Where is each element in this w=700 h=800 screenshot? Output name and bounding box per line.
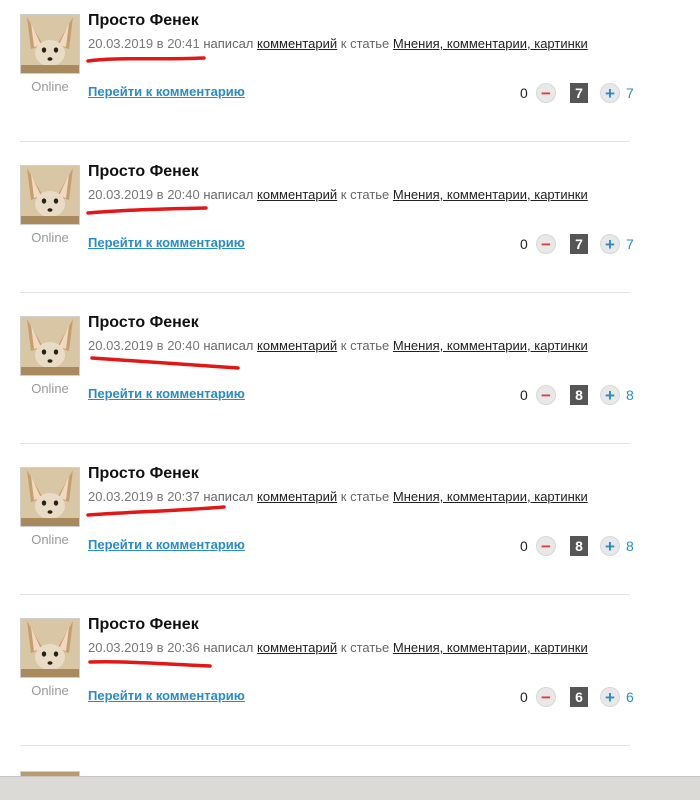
score-badge: 8 [570,536,588,556]
wrote-text: написал [203,36,254,51]
author-name[interactable]: Просто Фенек [88,314,199,332]
article-link[interactable]: Мнения, комментарии, картинки [393,338,588,353]
red-underline-annotation [86,206,208,215]
fennec-avatar-icon[interactable] [20,618,80,678]
comment-link[interactable]: комментарий [257,36,337,51]
comment-date: 20.03.2019 в 20:41 [88,36,200,51]
article-link[interactable]: Мнения, комментарии, картинки [393,640,588,655]
score-badge: 7 [570,83,588,103]
bottom-scroll-bar [0,776,700,800]
rating-widget: 0 − 7 + 7 [520,82,634,104]
online-status: Online [31,532,69,547]
author-name[interactable]: Просто Фенек [88,12,199,30]
rating-widget: 0 − 8 + 8 [520,535,634,557]
goto-comment-link[interactable]: Перейти к комментарию [88,688,245,703]
score-badge: 6 [570,687,588,707]
red-underline-annotation [88,660,212,668]
article-link[interactable]: Мнения, комментарии, картинки [393,36,588,51]
author-name[interactable]: Просто Фенек [88,465,199,483]
fennec-avatar-icon[interactable] [20,14,80,74]
wrote-text: написал [203,187,254,202]
plus-count: 7 [626,85,634,101]
plus-count: 8 [626,538,634,554]
divider [20,594,630,595]
author-name[interactable]: Просто Фенек [88,616,199,634]
article-link[interactable]: Мнения, комментарии, картинки [393,187,588,202]
score-badge: 8 [570,385,588,405]
comment-date: 20.03.2019 в 20:40 [88,187,200,202]
goto-comment-link[interactable]: Перейти к комментарию [88,84,245,99]
comment-meta: 20.03.2019 в 20:36 написал комментарий к… [88,640,588,655]
minus-count: 0 [520,387,528,403]
fennec-avatar-icon[interactable] [20,316,80,376]
rating-widget: 0 − 8 + 8 [520,384,634,406]
minus-count: 0 [520,85,528,101]
comment-meta: 20.03.2019 в 20:41 написал комментарий к… [88,36,588,51]
comment-entry: Online Просто Фенек 20.03.2019 в 20:37 н… [0,453,700,604]
goto-comment-link[interactable]: Перейти к комментарию [88,537,245,552]
online-status: Online [31,381,69,396]
wrote-text: написал [203,338,254,353]
plus-circle-icon[interactable]: + [600,83,620,103]
wrote-text: написал [203,640,254,655]
minus-circle-icon[interactable]: − [536,687,556,707]
plus-circle-icon[interactable]: + [600,687,620,707]
comment-link[interactable]: комментарий [257,187,337,202]
comment-date: 20.03.2019 в 20:36 [88,640,200,655]
comment-date: 20.03.2019 в 20:37 [88,489,200,504]
online-status: Online [31,79,69,94]
to-article-text: к статье [340,187,390,202]
divider [20,292,630,293]
plus-circle-icon[interactable]: + [600,234,620,254]
comment-link[interactable]: комментарий [257,640,337,655]
fennec-avatar-icon[interactable] [20,467,80,527]
red-underline-annotation [86,56,206,63]
plus-count: 7 [626,236,634,252]
goto-comment-link[interactable]: Перейти к комментарию [88,235,245,250]
plus-count: 8 [626,387,634,403]
divider [20,745,630,746]
minus-count: 0 [520,236,528,252]
comment-entry: Online Просто Фенек 20.03.2019 в 20:40 н… [0,151,700,302]
plus-circle-icon[interactable]: + [600,536,620,556]
comment-entry: Online Просто Фенек 20.03.2019 в 20:36 н… [0,604,700,755]
minus-circle-icon[interactable]: − [536,83,556,103]
minus-circle-icon[interactable]: − [536,234,556,254]
comment-link[interactable]: комментарий [257,338,337,353]
online-status: Online [31,230,69,245]
divider [20,443,630,444]
author-name[interactable]: Просто Фенек [88,163,199,181]
comment-entry: Online Просто Фенек 20.03.2019 в 20:40 н… [0,302,700,453]
fennec-avatar-icon[interactable] [20,165,80,225]
comment-link[interactable]: комментарий [257,489,337,504]
rating-widget: 0 − 7 + 7 [520,233,634,255]
plus-circle-icon[interactable]: + [600,385,620,405]
article-link[interactable]: Мнения, комментарии, картинки [393,489,588,504]
minus-count: 0 [520,538,528,554]
minus-circle-icon[interactable]: − [536,385,556,405]
red-underline-annotation [90,356,240,370]
plus-count: 6 [626,689,634,705]
comment-meta: 20.03.2019 в 20:40 написал комментарий к… [88,338,588,353]
divider [20,141,630,142]
to-article-text: к статье [340,640,390,655]
to-article-text: к статье [340,338,390,353]
to-article-text: к статье [340,489,390,504]
online-status: Online [31,683,69,698]
comment-entry: Online Просто Фенек 20.03.2019 в 20:41 н… [0,0,700,151]
minus-circle-icon[interactable]: − [536,536,556,556]
comment-meta: 20.03.2019 в 20:40 написал комментарий к… [88,187,588,202]
comment-meta: 20.03.2019 в 20:37 написал комментарий к… [88,489,588,504]
rating-widget: 0 − 6 + 6 [520,686,634,708]
comment-date: 20.03.2019 в 20:40 [88,338,200,353]
minus-count: 0 [520,689,528,705]
to-article-text: к статье [340,36,390,51]
goto-comment-link[interactable]: Перейти к комментарию [88,386,245,401]
red-underline-annotation [86,505,226,517]
wrote-text: написал [203,489,254,504]
score-badge: 7 [570,234,588,254]
